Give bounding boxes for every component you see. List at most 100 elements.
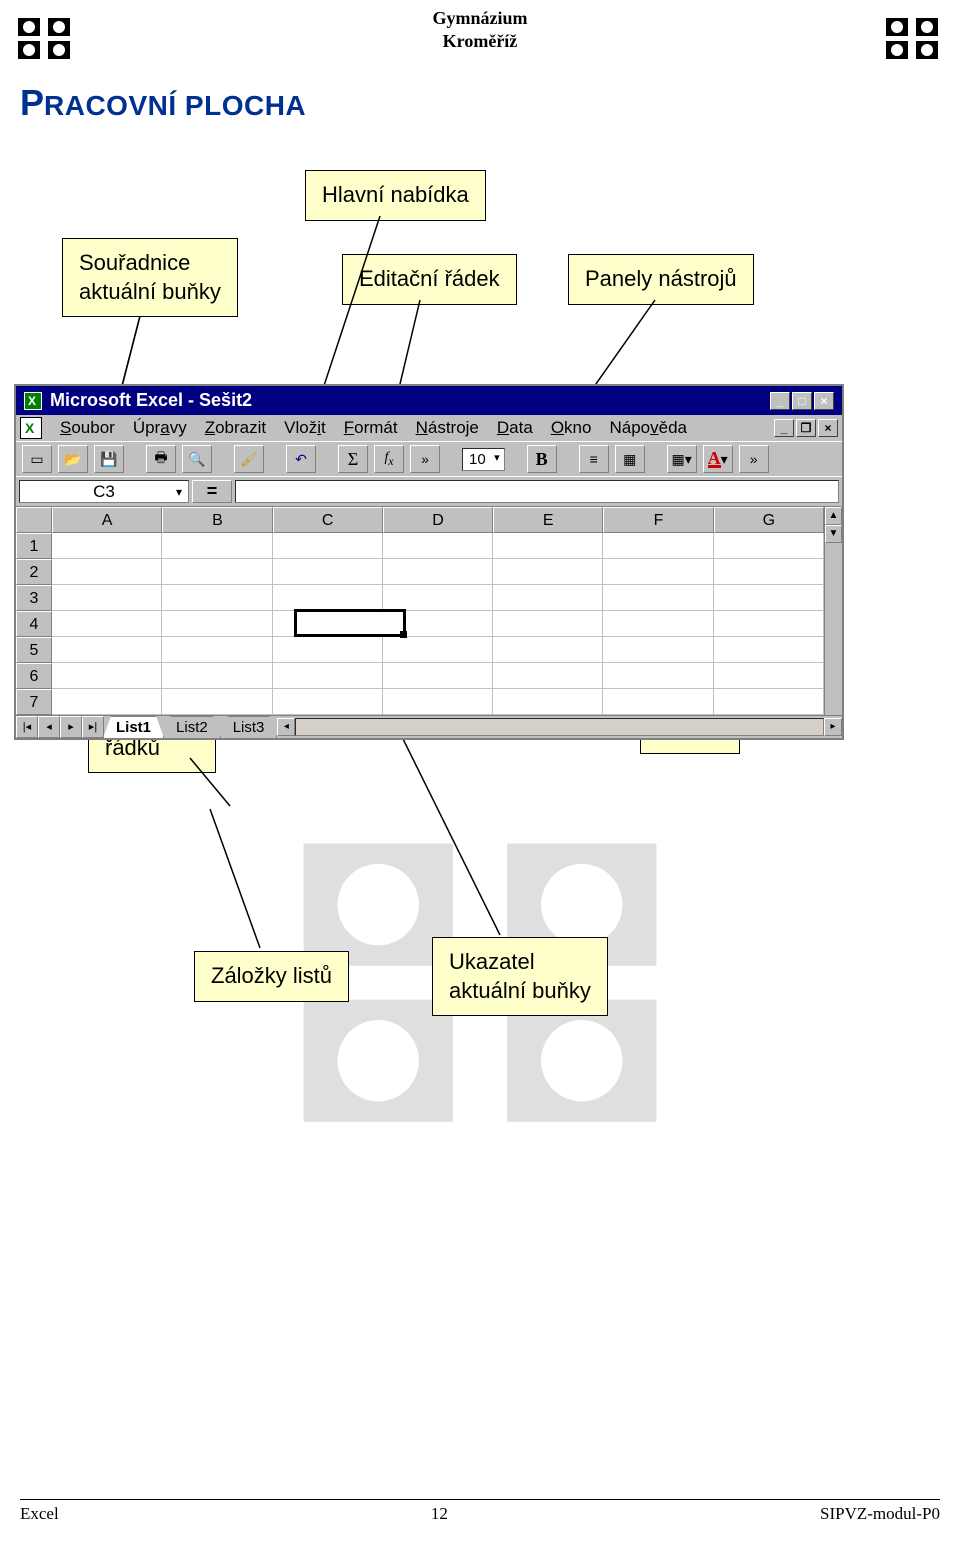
cell[interactable]: [493, 689, 603, 715]
tab-first-button[interactable]: |◂: [16, 716, 38, 738]
save-button[interactable]: 💾: [94, 445, 124, 473]
cell[interactable]: [273, 559, 383, 585]
cell[interactable]: [714, 689, 824, 715]
cell[interactable]: [273, 689, 383, 715]
cell[interactable]: [383, 637, 493, 663]
cell[interactable]: [603, 663, 713, 689]
col-header-d[interactable]: D: [383, 507, 493, 533]
menu-vlozit[interactable]: Vložit: [284, 418, 326, 438]
sheet-tab-1[interactable]: List1: [103, 716, 164, 738]
cell[interactable]: [162, 663, 272, 689]
cell[interactable]: [162, 689, 272, 715]
doc-minimize-button[interactable]: _: [774, 419, 794, 437]
cell[interactable]: [52, 637, 162, 663]
cell[interactable]: [714, 611, 824, 637]
merge-button[interactable]: ▦: [615, 445, 645, 473]
align-button[interactable]: ≡: [579, 445, 609, 473]
horizontal-scrollbar[interactable]: ◂ ▸: [277, 718, 842, 736]
name-box[interactable]: C3: [19, 480, 189, 503]
row-header-2[interactable]: 2: [16, 559, 52, 585]
cell[interactable]: [273, 533, 383, 559]
col-header-f[interactable]: F: [603, 507, 713, 533]
new-button[interactable]: ▭: [22, 445, 52, 473]
active-cell-cursor[interactable]: [294, 609, 406, 637]
cell[interactable]: [52, 533, 162, 559]
cell[interactable]: [162, 637, 272, 663]
minimize-button[interactable]: _: [770, 392, 790, 410]
row-header-5[interactable]: 5: [16, 637, 52, 663]
cell[interactable]: [162, 559, 272, 585]
col-header-g[interactable]: G: [714, 507, 824, 533]
scroll-down-icon[interactable]: ▼: [825, 525, 842, 543]
col-header-c[interactable]: C: [273, 507, 383, 533]
open-button[interactable]: 📂: [58, 445, 88, 473]
cell[interactable]: [383, 585, 493, 611]
select-all-corner[interactable]: [16, 507, 52, 533]
col-header-a[interactable]: A: [52, 507, 162, 533]
menu-nastroje[interactable]: Nástroje: [416, 418, 479, 438]
borders-button[interactable]: ▦▾: [667, 445, 697, 473]
sheet-tab-2[interactable]: List2: [163, 716, 221, 738]
col-header-e[interactable]: E: [493, 507, 603, 533]
cell[interactable]: [714, 559, 824, 585]
cell[interactable]: [52, 689, 162, 715]
cell[interactable]: [52, 585, 162, 611]
row-header-3[interactable]: 3: [16, 585, 52, 611]
undo-button[interactable]: ↶: [286, 445, 316, 473]
cell[interactable]: [162, 533, 272, 559]
cell[interactable]: [52, 611, 162, 637]
row-header-4[interactable]: 4: [16, 611, 52, 637]
toolbar-more-right[interactable]: »: [739, 445, 769, 473]
scroll-right-icon[interactable]: ▸: [824, 718, 842, 736]
close-button[interactable]: ×: [814, 392, 834, 410]
cell[interactable]: [603, 533, 713, 559]
cell[interactable]: [493, 663, 603, 689]
tab-next-button[interactable]: ▸: [60, 716, 82, 738]
cell[interactable]: [52, 559, 162, 585]
cell[interactable]: [273, 663, 383, 689]
toolbar-more-left[interactable]: »: [410, 445, 440, 473]
font-color-button[interactable]: A▾: [703, 445, 733, 473]
cell[interactable]: [162, 611, 272, 637]
print-button[interactable]: 🖶: [146, 445, 176, 473]
cell[interactable]: [603, 585, 713, 611]
fill-handle[interactable]: [400, 631, 407, 638]
sheet-tab-3[interactable]: List3: [220, 716, 278, 738]
cell[interactable]: [603, 559, 713, 585]
cell[interactable]: [383, 689, 493, 715]
menu-napoveda[interactable]: Nápověda: [609, 418, 687, 438]
menu-okno[interactable]: Okno: [551, 418, 592, 438]
cell[interactable]: [714, 663, 824, 689]
menu-format[interactable]: Formát: [344, 418, 398, 438]
scroll-up-icon[interactable]: ▲: [825, 507, 842, 525]
print-preview-button[interactable]: 🔍: [182, 445, 212, 473]
row-header-6[interactable]: 6: [16, 663, 52, 689]
cell[interactable]: [162, 585, 272, 611]
tab-last-button[interactable]: ▸|: [82, 716, 104, 738]
cell[interactable]: [383, 559, 493, 585]
cell[interactable]: [603, 689, 713, 715]
cell[interactable]: [493, 533, 603, 559]
cell[interactable]: [383, 663, 493, 689]
cell[interactable]: [714, 637, 824, 663]
vertical-scrollbar[interactable]: ▲ ▼: [824, 507, 842, 715]
formula-edit-button[interactable]: =: [192, 480, 232, 503]
cell[interactable]: [603, 637, 713, 663]
cell[interactable]: [714, 585, 824, 611]
cell[interactable]: [714, 533, 824, 559]
cell[interactable]: [493, 559, 603, 585]
cell[interactable]: [493, 611, 603, 637]
cell[interactable]: [493, 637, 603, 663]
menu-data[interactable]: Data: [497, 418, 533, 438]
format-painter-button[interactable]: 🖌: [234, 445, 264, 473]
row-header-1[interactable]: 1: [16, 533, 52, 559]
cell[interactable]: [383, 533, 493, 559]
cell[interactable]: [493, 585, 603, 611]
cell[interactable]: [52, 663, 162, 689]
maximize-button[interactable]: □: [792, 392, 812, 410]
doc-restore-button[interactable]: ❐: [796, 419, 816, 437]
autosum-button[interactable]: Σ: [338, 445, 368, 473]
function-button[interactable]: fx: [374, 445, 404, 473]
menu-soubor[interactable]: Soubor: [60, 418, 115, 438]
bold-button[interactable]: B: [527, 445, 557, 473]
